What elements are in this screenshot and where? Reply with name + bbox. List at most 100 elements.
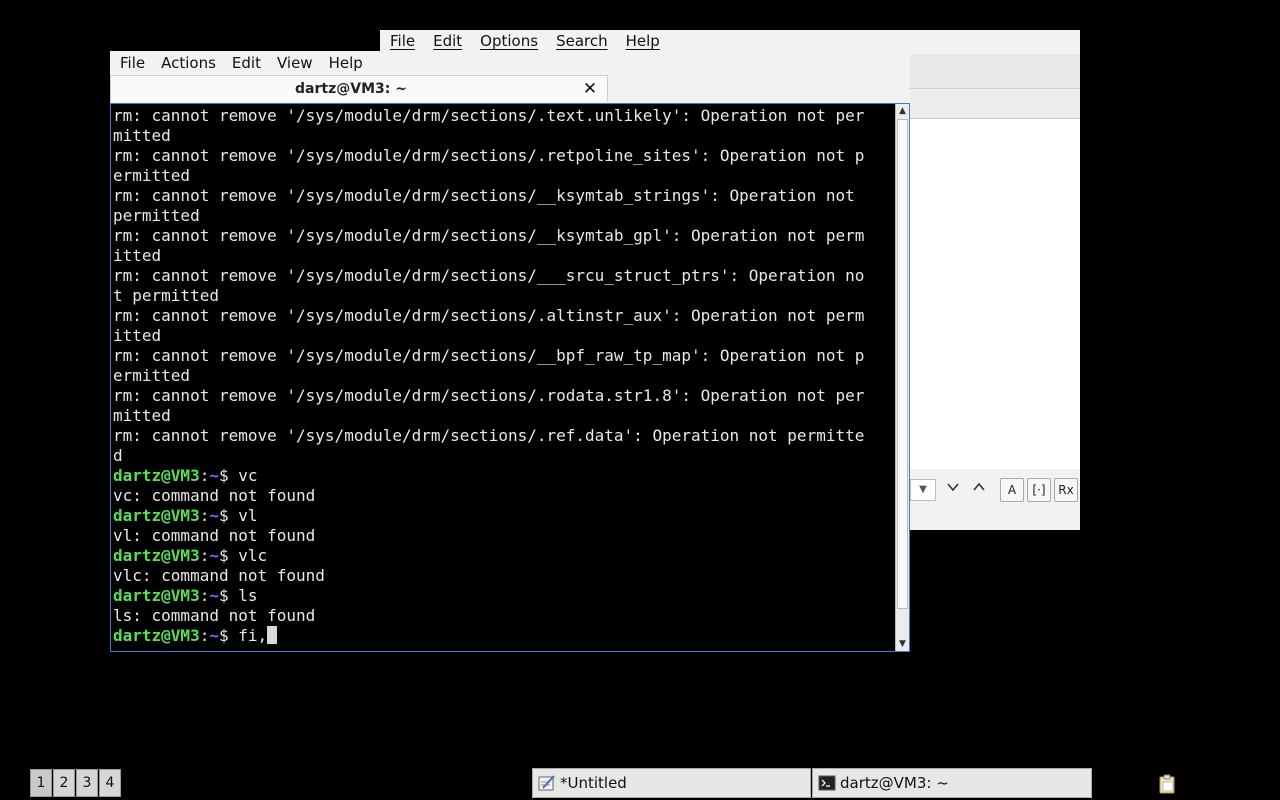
prompt-user: dartz@VM3 bbox=[113, 586, 200, 605]
terminal-tab-title: dartz@VM3: ~ bbox=[295, 81, 407, 97]
terminal-output-line: vlc: command not found bbox=[113, 566, 325, 585]
text-editor-icon bbox=[538, 775, 555, 791]
editor-menu-file[interactable]: File bbox=[380, 32, 423, 50]
terminal-screen[interactable]: rm: cannot remove '/sys/module/drm/secti… bbox=[110, 103, 910, 652]
whole-word-toggle[interactable]: [·] bbox=[1027, 478, 1051, 502]
workspace-1-button[interactable]: 1 bbox=[30, 769, 52, 797]
workspace-3-button[interactable]: 3 bbox=[76, 769, 98, 797]
terminal-icon bbox=[818, 775, 836, 791]
prompt-command: fi, bbox=[238, 626, 268, 645]
prompt-separator: : bbox=[199, 546, 210, 565]
find-next-button[interactable] bbox=[942, 479, 964, 501]
match-case-toggle[interactable]: A bbox=[1000, 478, 1024, 502]
terminal-tab[interactable]: dartz@VM3: ~ ✕ bbox=[110, 75, 608, 102]
chevron-up-icon bbox=[973, 482, 985, 491]
close-icon[interactable]: ✕ bbox=[579, 78, 601, 100]
editor-find-bar: ▼ A [·] Rx bbox=[910, 475, 1080, 505]
terminal-prompt-line: dartz@VM3:~$ vc bbox=[113, 466, 893, 486]
scroll-up-arrow-icon[interactable]: ▲ bbox=[896, 104, 909, 118]
terminal-menu-file[interactable]: File bbox=[110, 54, 151, 72]
terminal-menu-view[interactable]: View bbox=[267, 54, 319, 72]
scrollbar-thumb[interactable] bbox=[897, 119, 908, 609]
find-previous-button[interactable] bbox=[968, 479, 990, 501]
workspace-2-button[interactable]: 2 bbox=[53, 769, 75, 797]
editor-menu-search[interactable]: Search bbox=[546, 32, 616, 50]
prompt-path: ~ bbox=[209, 586, 219, 605]
prompt-command: ls bbox=[238, 586, 258, 605]
terminal-output-line: mitted bbox=[113, 126, 171, 145]
prompt-separator: : bbox=[199, 506, 210, 525]
editor-menu-options[interactable]: Options bbox=[470, 32, 546, 50]
terminal-output-line: t permitted bbox=[113, 286, 219, 305]
terminal-output-line: itted bbox=[113, 326, 162, 345]
terminal-menu-help[interactable]: Help bbox=[319, 54, 369, 72]
task-button-editor[interactable]: *Untitled bbox=[532, 768, 811, 798]
chevron-down-icon: ▼ bbox=[919, 484, 927, 495]
task-label-terminal: dartz@VM3: ~ bbox=[840, 774, 949, 792]
terminal-output-line: rm: cannot remove '/sys/module/drm/secti… bbox=[113, 226, 865, 245]
prompt-path: ~ bbox=[209, 506, 219, 525]
terminal-output-line: rm: cannot remove '/sys/module/drm/secti… bbox=[113, 146, 865, 165]
editor-menu-edit[interactable]: Edit bbox=[423, 32, 470, 50]
scroll-down-arrow-icon[interactable]: ▼ bbox=[896, 637, 909, 651]
terminal-prompt-line: dartz@VM3:~$ ls bbox=[113, 586, 893, 606]
workspace-4-button[interactable]: 4 bbox=[99, 769, 121, 797]
taskbar: 1 2 3 4 *Untitled dartz@VM3: ~ bbox=[0, 768, 1280, 800]
terminal-output-line: itted bbox=[113, 246, 162, 265]
text-cursor bbox=[267, 626, 278, 644]
terminal-output-line: d bbox=[113, 446, 123, 465]
terminal-scrollbar[interactable]: ▲ ▼ bbox=[895, 104, 909, 651]
prompt-symbol: $ bbox=[218, 586, 239, 605]
editor-toolbar bbox=[910, 54, 1080, 89]
task-label-editor: *Untitled bbox=[560, 774, 627, 792]
terminal-output-line: rm: cannot remove '/sys/module/drm/secti… bbox=[113, 266, 865, 285]
terminal-output-line: vl: command not found bbox=[113, 526, 316, 545]
prompt-symbol: $ bbox=[218, 546, 239, 565]
terminal-output-line: rm: cannot remove '/sys/module/drm/secti… bbox=[113, 306, 865, 325]
terminal-prompt-line: dartz@VM3:~$ fi, bbox=[113, 626, 893, 646]
prompt-separator: : bbox=[199, 586, 210, 605]
prompt-user: dartz@VM3 bbox=[113, 466, 200, 485]
prompt-path: ~ bbox=[209, 626, 219, 645]
terminal-tab-bar: dartz@VM3: ~ ✕ bbox=[110, 75, 910, 103]
editor-text-area[interactable] bbox=[910, 119, 1080, 469]
terminal-prompt-line: dartz@VM3:~$ vl bbox=[113, 506, 893, 526]
regex-toggle[interactable]: Rx bbox=[1054, 478, 1078, 502]
clipboard-icon[interactable] bbox=[1156, 773, 1178, 795]
terminal-output-line: ls: command not found bbox=[113, 606, 316, 625]
prompt-path: ~ bbox=[209, 546, 219, 565]
task-button-terminal[interactable]: dartz@VM3: ~ bbox=[812, 768, 1092, 798]
terminal-menubar: File Actions Edit View Help bbox=[110, 51, 910, 75]
editor-menubar: File Edit Options Search Help bbox=[380, 30, 1080, 52]
prompt-command: vlc bbox=[238, 546, 268, 565]
terminal-output-line: rm: cannot remove '/sys/module/drm/secti… bbox=[113, 106, 865, 125]
search-history-dropdown[interactable]: ▼ bbox=[910, 479, 936, 501]
chevron-down-icon bbox=[947, 483, 959, 492]
prompt-user: dartz@VM3 bbox=[113, 506, 200, 525]
prompt-user: dartz@VM3 bbox=[113, 546, 200, 565]
terminal-menu-actions[interactable]: Actions bbox=[151, 54, 222, 72]
terminal-menu-edit[interactable]: Edit bbox=[222, 54, 267, 72]
prompt-symbol: $ bbox=[218, 506, 239, 525]
prompt-separator: : bbox=[199, 626, 210, 645]
editor-tab-strip bbox=[910, 90, 1080, 119]
prompt-command: vc bbox=[238, 466, 258, 485]
prompt-symbol: $ bbox=[218, 626, 239, 645]
terminal-output-line: ermitted bbox=[113, 166, 191, 185]
prompt-user: dartz@VM3 bbox=[113, 626, 200, 645]
terminal-output: rm: cannot remove '/sys/module/drm/secti… bbox=[113, 106, 893, 646]
editor-menu-help[interactable]: Help bbox=[616, 32, 668, 50]
terminal-output-line: permitted bbox=[113, 206, 200, 225]
terminal-output-line: rm: cannot remove '/sys/module/drm/secti… bbox=[113, 186, 865, 205]
terminal-output-line: mitted bbox=[113, 406, 171, 425]
terminal-prompt-line: dartz@VM3:~$ vlc bbox=[113, 546, 893, 566]
terminal-output-line: vc: command not found bbox=[113, 486, 316, 505]
terminal-output-line: rm: cannot remove '/sys/module/drm/secti… bbox=[113, 426, 865, 445]
terminal-output-line: rm: cannot remove '/sys/module/drm/secti… bbox=[113, 386, 865, 405]
prompt-separator: : bbox=[199, 466, 210, 485]
prompt-symbol: $ bbox=[218, 466, 239, 485]
terminal-window: File Actions Edit View Help dartz@VM3: ~… bbox=[110, 51, 910, 652]
prompt-command: vl bbox=[238, 506, 258, 525]
terminal-output-line: rm: cannot remove '/sys/module/drm/secti… bbox=[113, 346, 865, 365]
prompt-path: ~ bbox=[209, 466, 219, 485]
